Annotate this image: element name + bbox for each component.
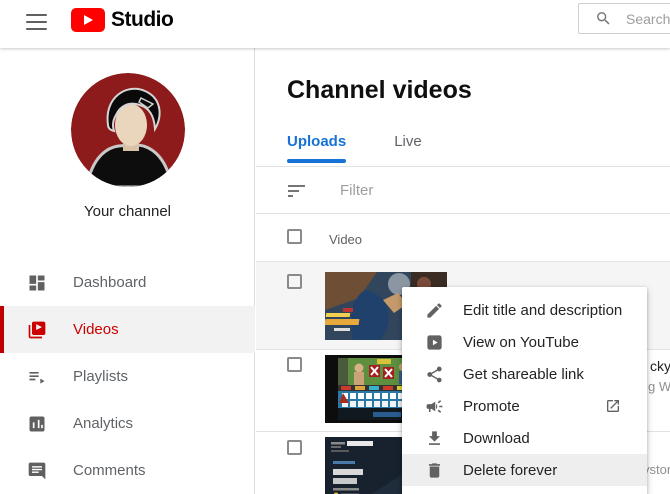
hamburger-menu-icon[interactable]: [26, 14, 47, 30]
video-description-fragment: g Wh: [648, 379, 670, 394]
row-checkbox[interactable]: [287, 274, 302, 289]
video-column-header: Video: [329, 232, 363, 247]
menu-item-view-on-youtube[interactable]: View on YouTube: [402, 326, 647, 358]
sidebar: Your channel Dashboard Videos Playlists: [0, 48, 255, 494]
share-icon: [425, 365, 444, 384]
dashboard-icon: [27, 273, 47, 293]
sidebar-item-label: Analytics: [73, 415, 134, 432]
search-box[interactable]: [578, 3, 670, 34]
filter-input[interactable]: [340, 182, 620, 199]
brand-text: Studio: [111, 8, 174, 31]
sidebar-item-label: Playlists: [73, 368, 129, 385]
download-icon: [425, 429, 444, 448]
youtube-studio-logo[interactable]: Studio: [71, 8, 174, 32]
menu-item-label: Promote: [463, 397, 520, 415]
youtube-icon: [425, 333, 444, 352]
topbar: Studio: [0, 0, 670, 48]
divider: [256, 166, 670, 167]
channel-avatar[interactable]: [71, 73, 185, 187]
videos-icon: [27, 320, 47, 340]
sidebar-item-videos[interactable]: Videos: [0, 306, 255, 353]
playlists-icon: [27, 367, 47, 387]
open-in-new-icon: [605, 398, 621, 414]
search-input[interactable]: [626, 10, 670, 27]
sidebar-item-analytics[interactable]: Analytics: [0, 400, 255, 447]
tab-live[interactable]: Live: [394, 133, 422, 163]
menu-item-label: View on YouTube: [463, 333, 579, 351]
select-all-checkbox[interactable]: [287, 229, 302, 244]
pencil-icon: [425, 301, 444, 320]
menu-item-download[interactable]: Download: [402, 422, 647, 454]
sidebar-item-playlists[interactable]: Playlists: [0, 353, 255, 400]
row-checkbox[interactable]: [287, 440, 302, 455]
channel-label: Your channel: [83, 203, 172, 220]
sidebar-item-dashboard[interactable]: Dashboard: [0, 259, 255, 306]
menu-item-promote[interactable]: Promote: [402, 390, 647, 422]
sidebar-item-label: Comments: [73, 462, 146, 479]
sidebar-nav: Dashboard Videos Playlists Analytics Com…: [0, 259, 255, 494]
menu-item-edit-title[interactable]: Edit title and description: [402, 294, 647, 326]
search-icon: [597, 12, 610, 25]
row-checkbox[interactable]: [287, 357, 302, 372]
analytics-icon: [27, 414, 47, 434]
menu-item-label: Download: [463, 429, 530, 447]
tab-bar: Uploads Live: [287, 133, 470, 163]
video-title-fragment: cky: [650, 358, 670, 374]
trash-icon: [425, 461, 444, 480]
page-title: Channel videos: [287, 76, 472, 104]
filter-icon[interactable]: [288, 184, 305, 197]
menu-item-label: Get shareable link: [463, 365, 584, 383]
sidebar-item-label: Dashboard: [73, 274, 147, 291]
sidebar-item-label: Videos: [73, 321, 119, 338]
menu-item-get-shareable-link[interactable]: Get shareable link: [402, 358, 647, 390]
menu-item-delete-forever[interactable]: Delete forever: [402, 454, 647, 486]
menu-item-label: Edit title and description: [463, 301, 623, 319]
filter-bar: [256, 168, 670, 213]
table-header: Video: [256, 214, 670, 262]
megaphone-icon: [425, 397, 444, 416]
youtube-play-icon: [71, 8, 105, 32]
tab-uploads[interactable]: Uploads: [287, 133, 347, 163]
comments-icon: [27, 461, 47, 481]
video-description-fragment: ystor: [643, 462, 670, 477]
youtube-studio-app: Studio Your channel Dashboard: [0, 0, 670, 494]
menu-item-label: Delete forever: [463, 461, 558, 479]
video-options-context-menu: Edit title and description View on YouTu…: [402, 287, 647, 494]
sidebar-item-comments[interactable]: Comments: [0, 447, 255, 494]
